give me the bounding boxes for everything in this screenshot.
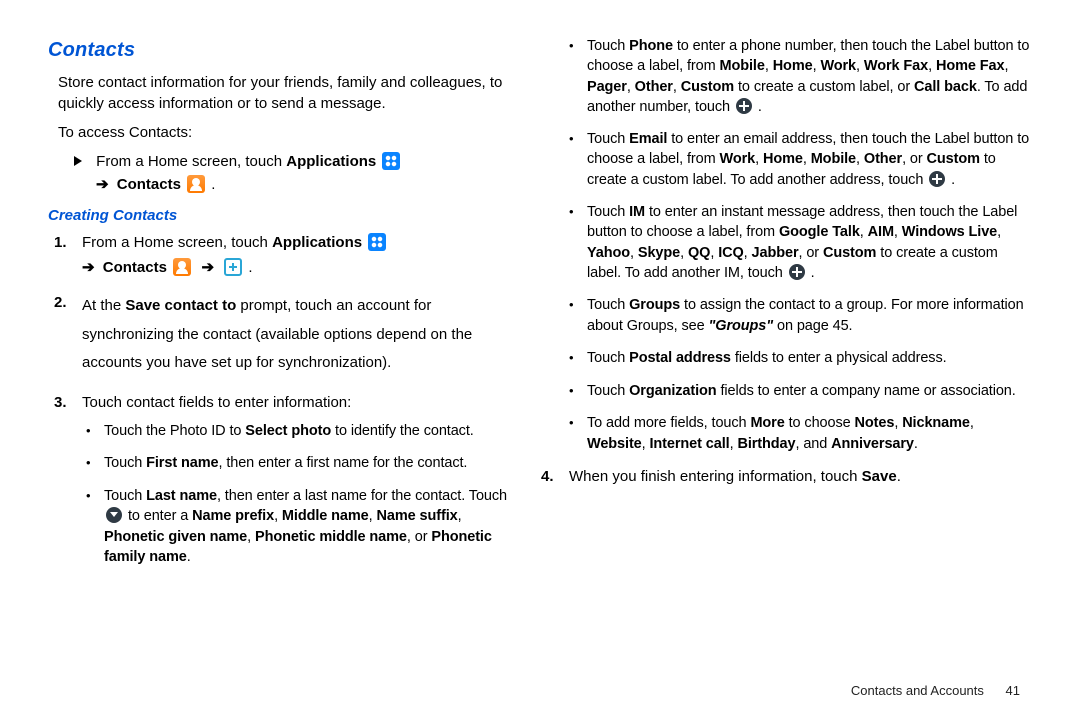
plus-icon	[789, 264, 805, 280]
bullet-postal: Touch Postal address fields to enter a p…	[587, 348, 1032, 369]
bullet-lastname: Touch Last name, then enter a last name …	[104, 486, 515, 567]
contacts-label: Contacts	[117, 176, 181, 193]
steps-list-cont: 4. When you finish entering information,…	[541, 466, 1032, 487]
contacts-icon	[187, 175, 205, 193]
steps-list: 1. From a Home screen, touch Application…	[54, 232, 515, 579]
footer-section-title: Contacts and Accounts	[851, 683, 984, 698]
step-4-text: When you finish entering information, to…	[569, 466, 1032, 487]
applications-label: Applications	[286, 153, 376, 170]
plus-icon	[929, 171, 945, 187]
section-heading: Contacts	[48, 36, 515, 64]
bullet-more: To add more fields, touch More to choose…	[587, 413, 1032, 454]
triangle-bullet-icon	[74, 156, 82, 166]
intro-paragraph: Store contact information for your frien…	[58, 72, 515, 114]
bullet-photo: Touch the Photo ID to Select photo to id…	[104, 421, 515, 442]
bullet-phone: Touch Phone to enter a phone number, the…	[587, 36, 1032, 117]
bullet-email: Touch Email to enter an email address, t…	[587, 129, 1032, 190]
contacts-icon	[173, 258, 191, 276]
subsection-heading: Creating Contacts	[48, 205, 515, 226]
applications-icon	[368, 233, 386, 251]
sub-bullets-left: •Touch the Photo ID to Select photo to i…	[86, 421, 515, 568]
step-2-text: At the Save contact to prompt, touch an …	[82, 292, 515, 378]
arrow-icon: ➔	[201, 259, 214, 276]
bullet-groups: Touch Groups to assign the contact to a …	[587, 295, 1032, 336]
sub-bullets-right: • Touch Phone to enter a phone number, t…	[569, 36, 1032, 454]
access-lead: To access Contacts:	[58, 122, 515, 143]
chevron-down-icon	[106, 507, 122, 523]
plus-icon	[736, 98, 752, 114]
page-number: 41	[1006, 683, 1020, 698]
step-3: 3. Touch contact fields to enter informa…	[54, 392, 515, 580]
text: From a Home screen, touch	[96, 153, 286, 170]
right-column: • Touch Phone to enter a phone number, t…	[565, 36, 1032, 593]
arrow-icon: ➔	[96, 176, 109, 193]
bullet-im: Touch IM to enter an instant message add…	[587, 202, 1032, 283]
step-2: 2. At the Save contact to prompt, touch …	[54, 292, 515, 378]
contacts-label: Contacts	[103, 259, 167, 276]
add-contact-icon	[224, 258, 242, 276]
step-3-text: Touch contact fields to enter informatio…	[82, 392, 515, 413]
step-4: 4. When you finish entering information,…	[541, 466, 1032, 487]
applications-icon	[382, 152, 400, 170]
applications-label: Applications	[272, 234, 362, 251]
access-instruction: From a Home screen, touch Applications ➔…	[74, 151, 515, 195]
bullet-organization: Touch Organization fields to enter a com…	[587, 381, 1032, 402]
arrow-icon: ➔	[82, 259, 95, 276]
text: From a Home screen, touch	[82, 234, 272, 251]
step-1: 1. From a Home screen, touch Application…	[54, 232, 515, 278]
manual-page: Contacts Store contact information for y…	[0, 0, 1080, 720]
page-footer: Contacts and Accounts 41	[851, 682, 1020, 700]
left-column: Contacts Store contact information for y…	[48, 36, 515, 593]
bullet-firstname: Touch First name, then enter a first nam…	[104, 453, 515, 474]
two-column-layout: Contacts Store contact information for y…	[48, 36, 1032, 593]
